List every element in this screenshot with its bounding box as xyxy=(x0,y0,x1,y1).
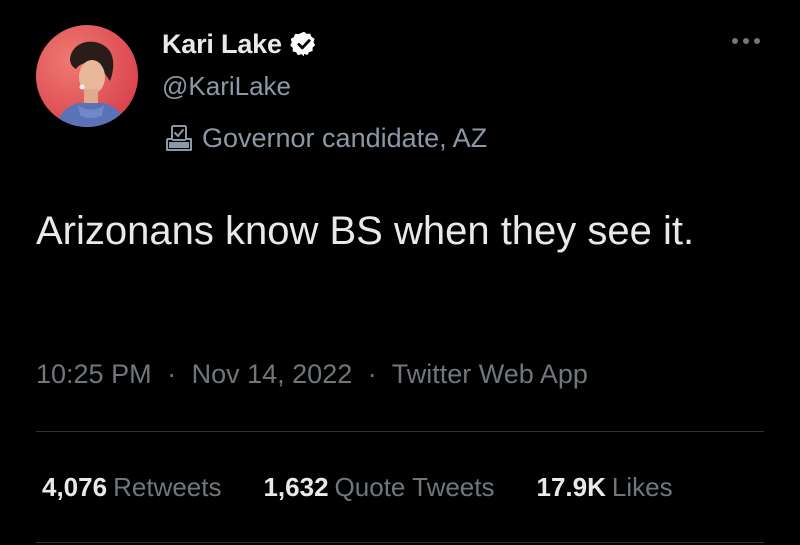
likes-stat[interactable]: 17.9K Likes xyxy=(537,467,673,507)
likes-label: Likes xyxy=(611,472,673,502)
retweets-label: Retweets xyxy=(113,472,222,502)
tweet-meta: 10:25 PM · Nov 14, 2022 · Twitter Web Ap… xyxy=(36,354,588,394)
meta-separator: · xyxy=(367,359,377,389)
ballot-box-icon xyxy=(164,123,194,153)
verified-badge-icon xyxy=(290,30,318,58)
more-horizontal-icon xyxy=(732,38,760,44)
retweets-count: 4,076 xyxy=(42,472,108,502)
tweet-date[interactable]: Nov 14, 2022 xyxy=(192,359,353,389)
label-text: Governor candidate, AZ xyxy=(202,122,488,153)
tweet-source[interactable]: Twitter Web App xyxy=(392,359,588,389)
quote-tweets-label: Quote Tweets xyxy=(334,472,495,502)
quote-tweets-count: 1,632 xyxy=(263,472,329,502)
author-display-name[interactable]: Kari Lake xyxy=(162,29,282,60)
retweets-stat[interactable]: 4,076 Retweets xyxy=(42,467,221,507)
quote-tweets-stat[interactable]: 1,632 Quote Tweets xyxy=(263,467,494,507)
divider xyxy=(36,431,764,432)
author-handle[interactable]: @KariLake xyxy=(162,66,291,106)
meta-separator: · xyxy=(167,359,177,389)
more-options-button[interactable] xyxy=(728,26,764,56)
author-name-row: Kari Lake xyxy=(162,24,318,64)
tweet-stats: 4,076 Retweets 1,632 Quote Tweets 17.9K Lik… xyxy=(42,467,673,507)
avatar[interactable] xyxy=(36,25,138,127)
government-label[interactable]: Governor candidate, AZ xyxy=(164,118,487,158)
likes-count: 17.9K xyxy=(536,472,606,502)
tweet-time[interactable]: 10:25 PM xyxy=(36,359,152,389)
tweet-text: Arizonans know BS when they see it. xyxy=(36,209,695,253)
divider xyxy=(36,542,764,543)
avatar-image xyxy=(36,25,138,127)
